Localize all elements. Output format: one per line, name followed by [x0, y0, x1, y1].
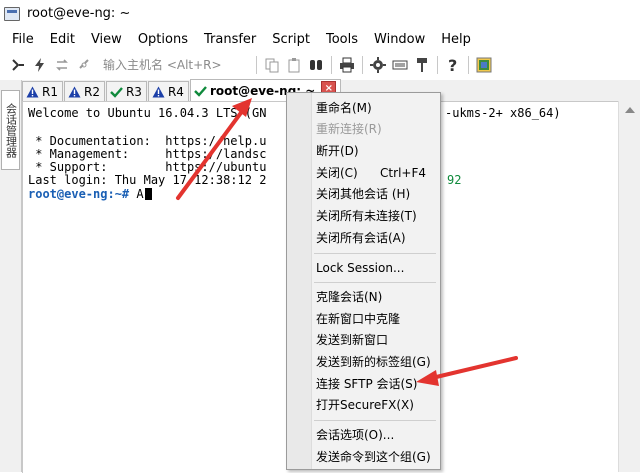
tab-r1[interactable]: R1	[22, 81, 63, 101]
menu-tools[interactable]: Tools	[318, 32, 366, 47]
key-icon[interactable]	[412, 55, 432, 75]
check-icon	[110, 86, 123, 98]
menu-item-close[interactable]: 关闭(C) Ctrl+F4	[316, 163, 438, 183]
title-bar: root@eve-ng: ~	[0, 0, 640, 27]
menu-separator	[314, 420, 436, 421]
menu-file[interactable]: File	[0, 32, 42, 47]
keymap-icon[interactable]	[390, 55, 410, 75]
toolbar: ?	[0, 52, 640, 78]
copy-icon[interactable]	[262, 55, 282, 75]
quick-connect-icon[interactable]	[30, 55, 50, 75]
toolbar-separator	[256, 56, 257, 74]
terminal-line: Last login: Thu May 17 12:38:12 2	[28, 173, 267, 187]
terminal-scrollbar[interactable]	[618, 101, 640, 472]
menu-separator	[314, 282, 436, 283]
window-title: root@eve-ng: ~	[27, 6, 131, 21]
menu-item-lock-session[interactable]: Lock Session...	[316, 258, 438, 278]
scroll-up-icon[interactable]	[625, 107, 635, 113]
toolbar-separator	[468, 56, 469, 74]
menu-item-reconnect[interactable]: 重新连接(R)	[316, 119, 438, 139]
menu-item-clone-new-window[interactable]: 在新窗口中克隆	[316, 309, 438, 329]
terminal-line: * Documentation: https://help.u	[28, 134, 267, 148]
help-icon[interactable]: ?	[443, 55, 463, 75]
menu-script[interactable]: Script	[264, 32, 318, 47]
shell-prompt: root@eve-ng:~#	[28, 187, 130, 201]
tab-label: R1	[42, 84, 58, 99]
menu-item-session-options[interactable]: 会话选项(O)...	[316, 425, 438, 445]
quick-connect-input[interactable]	[99, 56, 252, 74]
warning-icon	[152, 86, 165, 98]
menu-separator	[314, 253, 436, 254]
paste-icon[interactable]	[284, 55, 304, 75]
menu-window[interactable]: Window	[366, 32, 433, 47]
terminal-line: 92	[447, 173, 462, 187]
toolbar-separator	[437, 56, 438, 74]
menu-item-close-others[interactable]: 关闭其他会话 (H)	[316, 184, 438, 204]
menu-item-clone-session[interactable]: 克隆会话(N)	[316, 287, 438, 307]
find-icon[interactable]	[306, 55, 326, 75]
menu-item-shortcut: Ctrl+F4	[380, 166, 426, 180]
menu-icon-column	[287, 93, 312, 469]
typed-text: A	[129, 187, 144, 201]
warning-icon	[26, 86, 39, 98]
session-manager-tab[interactable]: 会话管理器	[1, 90, 20, 170]
app-icon	[4, 6, 20, 21]
toolbar-separator	[331, 56, 332, 74]
tab-context-menu: 重命名(M) 重新连接(R) 断开(D) 关闭(C) Ctrl+F4 关闭其他会…	[286, 92, 441, 470]
menu-view[interactable]: View	[83, 32, 130, 47]
menu-item-close-all[interactable]: 关闭所有会话(A)	[316, 228, 438, 248]
tab-r3[interactable]: R3	[105, 81, 147, 101]
securefx-icon[interactable]	[474, 55, 494, 75]
disconnect-icon[interactable]	[74, 55, 94, 75]
reconnect-icon[interactable]	[52, 55, 72, 75]
menu-item-rename[interactable]: 重命名(M)	[316, 98, 438, 118]
tab-label: R2	[83, 84, 100, 99]
terminal-line: -ukms-2+ x86_64)	[445, 106, 561, 120]
warning-icon	[68, 86, 81, 98]
menu-transfer[interactable]: Transfer	[196, 32, 264, 47]
menu-bar: File Edit View Options Transfer Script T…	[0, 29, 640, 49]
menu-item-send-new-tab-group[interactable]: 发送到新的标签组(G)	[316, 352, 438, 372]
menu-item-connect-sftp[interactable]: 连接 SFTP 会话(S)	[316, 374, 438, 394]
tab-r2[interactable]: R2	[63, 81, 105, 101]
menu-item-send-new-window[interactable]: 发送到新窗口	[316, 330, 438, 350]
menu-edit[interactable]: Edit	[42, 32, 83, 47]
session-manager-panel: 会话管理器	[0, 80, 22, 472]
menu-item-disconnect[interactable]: 断开(D)	[316, 141, 438, 161]
print-icon[interactable]	[337, 55, 357, 75]
tab-label: R3	[125, 84, 142, 99]
terminal-line: * Management: https://landsc	[28, 147, 267, 161]
terminal-line: * Support: https://ubuntu	[28, 160, 267, 174]
menu-item-label: 关闭(C)	[316, 166, 358, 180]
menu-item-open-securefx[interactable]: 打开SecureFX(X)	[316, 395, 438, 415]
check-icon	[194, 85, 207, 97]
tab-r4[interactable]: R4	[147, 81, 189, 101]
gear-icon[interactable]	[368, 55, 388, 75]
svg-text:?: ?	[448, 57, 457, 73]
menu-item-send-command-group[interactable]: 发送命令到这个组(G)	[316, 447, 438, 467]
menu-options[interactable]: Options	[130, 32, 196, 47]
tab-label: R4	[167, 84, 184, 99]
terminal-line: Welcome to Ubuntu 16.04.3 LTS (GN	[28, 106, 267, 120]
cursor	[144, 188, 152, 200]
connect-icon[interactable]	[8, 55, 28, 75]
prompt-line: root@eve-ng:~# A	[28, 187, 152, 201]
menu-help[interactable]: Help	[433, 32, 479, 47]
toolbar-separator	[362, 56, 363, 74]
menu-item-close-unconnected[interactable]: 关闭所有未连接(T)	[316, 206, 438, 226]
